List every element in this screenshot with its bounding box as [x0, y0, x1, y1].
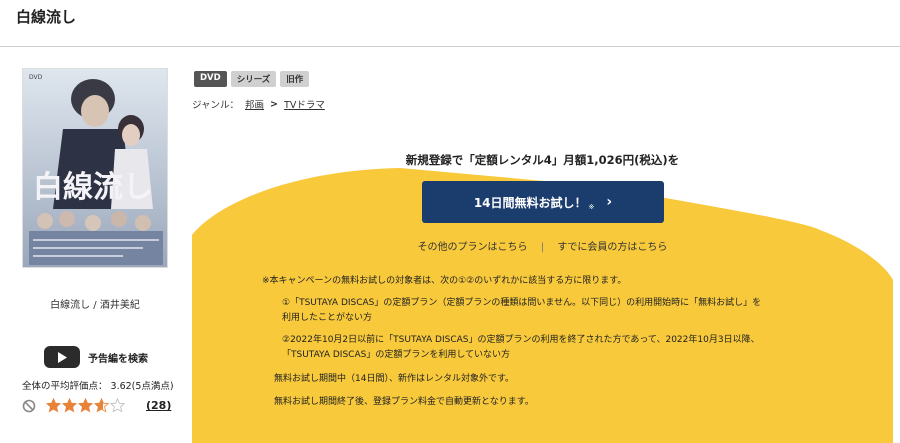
link-divider: |	[540, 242, 545, 253]
tag-list: DVD シリーズ 旧作	[194, 71, 310, 87]
terms-line: 「TSUTAYA DISCAS」の定額プランを利用していない方	[282, 350, 511, 360]
average-rating-text: 全体の平均評価点： 3.62(5点満点)	[22, 381, 174, 392]
free-trial-note-mark: ※	[588, 203, 595, 211]
trailer-label[interactable]: 予告編を検索	[88, 350, 148, 365]
star-icon	[62, 398, 77, 413]
star-icon	[78, 398, 93, 413]
trailer-search-button[interactable]: 予告編を検索	[44, 346, 148, 368]
genre-breadcrumb: ジャンル： 邦画 > TVドラマ	[192, 97, 325, 112]
dvd-cover-image[interactable]: DVD 白線流し	[22, 68, 168, 268]
chevron-right-icon: ›	[606, 194, 613, 210]
rating-stars-row: (28)	[22, 398, 171, 413]
genre-label: ジャンル：	[192, 100, 240, 111]
terms-line: ①「TSUTAYA DISCAS」の定額プラン（定額プランの種類は問いません。以…	[282, 298, 762, 308]
star-icon	[110, 398, 125, 413]
review-count-link[interactable]: (28)	[146, 399, 171, 412]
title-divider	[0, 46, 900, 47]
terms-line: 無料お試し期間終了後、登録プラン料金で自動更新となります。	[274, 397, 534, 407]
terms-line: ※本キャンペーンの無料お試しの対象者は、次の①②のいずれかに該当する方に限ります…	[262, 276, 627, 286]
genre-link-tv-drama[interactable]: TVドラマ	[284, 97, 325, 111]
tag-series: シリーズ	[230, 71, 277, 87]
promo-heading: 新規登録で「定額レンタル4」月額1,026円(税込)を	[405, 153, 680, 167]
plan-links: その他のプランはこちら | すでに会員の方はこちら	[192, 238, 893, 253]
terms-line: 無料お試し期間中（14日間）、新作はレンタル対象外です。	[274, 374, 515, 384]
genre-link-hogaku[interactable]: 邦画	[245, 97, 264, 111]
free-trial-button[interactable]: 14日間無料お試し！ ※ ›	[422, 181, 664, 223]
not-interested-icon[interactable]	[22, 399, 36, 413]
play-icon[interactable]	[44, 346, 80, 368]
member-login-link[interactable]: すでに会員の方はこちら	[557, 242, 667, 253]
tag-old-release: 旧作	[280, 71, 310, 87]
cover-title-text: 白線流し	[33, 170, 153, 205]
product-caption: 白線流し / 酒井美紀	[50, 300, 140, 311]
breadcrumb-separator: >	[270, 98, 279, 110]
page-title: 白線流し	[16, 8, 77, 26]
star-icon	[94, 398, 109, 413]
star-rating	[46, 398, 126, 413]
terms-line: 利用したことがない方	[282, 313, 373, 323]
free-trial-label[interactable]: 14日間無料お試し！	[474, 194, 587, 211]
star-icon	[46, 398, 61, 413]
other-plans-link[interactable]: その他のプランはこちら	[418, 242, 528, 253]
svg-text:DVD: DVD	[29, 74, 43, 81]
tag-dvd: DVD	[194, 71, 227, 87]
terms-line: ②2022年10月2日以前に「TSUTAYA DISCAS」の定額プランの利用を…	[282, 335, 760, 345]
